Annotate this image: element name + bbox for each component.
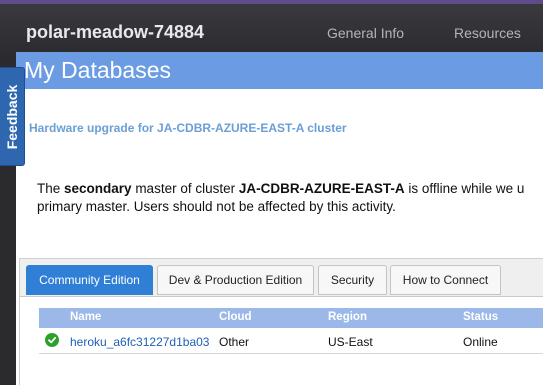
main-panel: My Databases Hardware upgrade for JA-CDB… [16,52,543,385]
edition-tab-container: Community Edition Dev & Production Editi… [19,258,543,385]
column-header-cloud: Cloud [219,311,252,323]
database-name-link[interactable]: heroku_a6fc31227d1ba03 [70,335,209,349]
feedback-label: Feedback [4,84,20,149]
tab-how-to-connect[interactable]: How to Connect [390,265,501,295]
notice-heading: Hardware upgrade for JA-CDBR-AZURE-EAST-… [29,121,347,135]
column-header-status: Status [463,311,499,323]
databases-table-panel: Name Cloud Region Status heroku_a6fc3122… [20,297,543,385]
title-bar: My Databases [16,52,543,89]
nav-resources[interactable]: Resources [454,25,521,41]
notice-text-line2: primary master. Users should not be affe… [37,199,396,214]
notice-text-suffix: is offline while we u [404,181,525,196]
database-region: US-East [328,335,373,349]
table-row: heroku_a6fc31227d1ba03 Other US-East Onl… [39,328,543,354]
feedback-tab[interactable]: Feedback [0,67,25,166]
tab-community-edition[interactable]: Community Edition [26,265,153,295]
table-header: Name Cloud Region Status [39,308,543,328]
notice-text-prefix: The [37,181,65,196]
tab-dev-production-edition[interactable]: Dev & Production Edition [157,265,314,295]
database-cloud: Other [219,335,250,349]
app-name: polar-meadow-74884 [26,22,205,42]
tab-security[interactable]: Security [318,265,387,295]
check-circle-icon [45,333,59,347]
database-status: Online [463,335,498,349]
notice-text-bold-secondary: secondary [64,181,132,196]
page-title: My Databases [24,57,172,83]
notice-text-bold-cluster: JA-CDBR-AZURE-EAST-A [238,181,405,196]
nav-general-info[interactable]: General Info [327,25,404,41]
header-accent-strip [0,0,543,4]
column-header-name: Name [70,311,102,323]
notice-body: The secondary master of cluster JA-CDBR-… [37,180,543,216]
edition-tabs: Community Edition Dev & Production Editi… [20,259,543,297]
notice-text-mid: master of cluster [131,181,239,196]
column-header-region: Region [328,311,367,323]
